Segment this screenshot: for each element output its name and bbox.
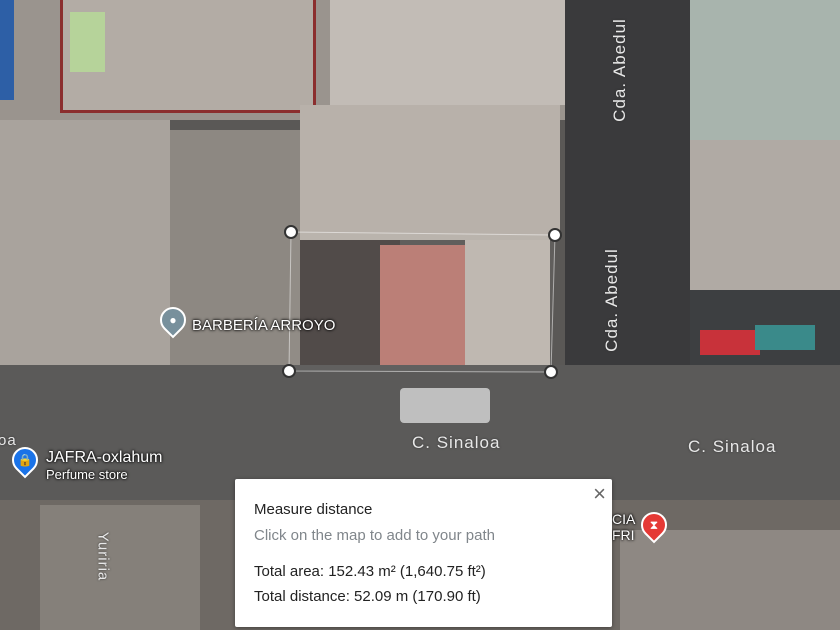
measure-distance-panel: Measure distance Click on the map to add… (235, 479, 612, 627)
street-label-sinaloa: C. Sinaloa (688, 437, 777, 456)
measure-title: Measure distance (254, 501, 373, 518)
place-subtitle-jafra: Perfume store (46, 467, 128, 482)
close-icon[interactable]: × (593, 481, 606, 507)
place-label-fragment[interactable]: FRI (612, 527, 635, 543)
street-label-yuriria: Yuriria (94, 531, 112, 582)
total-distance: Total distance: 52.09 m (170.90 ft) (254, 588, 481, 605)
measure-vertex[interactable] (548, 228, 562, 242)
measure-vertex[interactable] (544, 365, 558, 379)
total-area: Total area: 152.43 m² (1,640.75 ft²) (254, 563, 486, 580)
street-label-abedul: Cda. Abedul (609, 18, 629, 122)
street-label-sinaloa: C. Sinaloa (412, 433, 501, 452)
place-label-barberia[interactable]: BARBERÍA ARROYO (192, 317, 335, 334)
measure-vertex[interactable] (282, 364, 296, 378)
place-label-jafra[interactable]: JAFRA-oxlahum (46, 449, 162, 467)
measure-vertex[interactable] (284, 225, 298, 239)
place-label-fragment[interactable]: CIA (612, 511, 635, 527)
street-label-partial: oa (0, 432, 17, 449)
measure-hint: Click on the map to add to your path (254, 527, 495, 544)
street-label-abedul: Cda. Abedul (601, 248, 621, 352)
